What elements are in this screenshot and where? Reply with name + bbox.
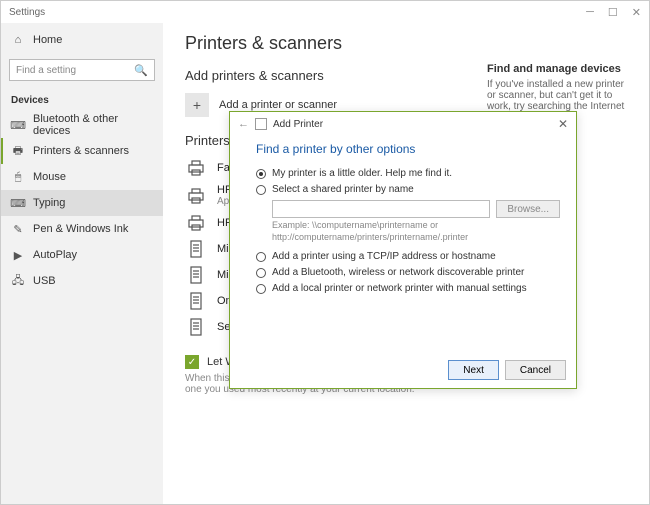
- maximize-button[interactable]: ☐: [608, 6, 618, 19]
- keyboard-icon: ⌨: [11, 197, 25, 210]
- pen-icon: ✎: [11, 223, 25, 236]
- sidebar-item-autoplay[interactable]: ▶ AutoPlay: [1, 242, 163, 268]
- printer-icon: [185, 186, 207, 206]
- sidebar-item-printers[interactable]: 🖶 Printers & scanners: [1, 138, 163, 164]
- window-title: Settings: [9, 7, 45, 18]
- sidebar-section-title: Devices: [1, 91, 163, 112]
- radio-bluetooth-wireless[interactable]: Add a Bluetooth, wireless or network dis…: [256, 267, 560, 278]
- add-printer-dialog: ← Add Printer ✕ Find a printer by other …: [229, 111, 577, 389]
- sidebar-item-label: Bluetooth & other devices: [33, 113, 153, 137]
- printer-icon: [185, 213, 207, 233]
- radio-older-printer[interactable]: My printer is a little older. Help me fi…: [256, 168, 560, 179]
- sidebar-item-pen[interactable]: ✎ Pen & Windows Ink: [1, 216, 163, 242]
- radio-local-manual[interactable]: Add a local printer or network printer w…: [256, 283, 560, 294]
- radio-icon: [256, 185, 266, 195]
- sidebar-item-label: Typing: [33, 197, 65, 209]
- sidebar-home[interactable]: ⌂ Home: [1, 27, 163, 53]
- add-printer-label: Add a printer or scanner: [219, 99, 337, 111]
- page-title: Printers & scanners: [185, 33, 475, 54]
- home-icon: ⌂: [11, 34, 25, 46]
- search-icon: 🔍: [134, 64, 148, 77]
- right-heading: Find and manage devices: [487, 63, 633, 75]
- check-icon: ✓: [185, 355, 199, 369]
- document-icon: [185, 265, 207, 285]
- dialog-heading: Find a printer by other options: [256, 142, 560, 156]
- mouse-icon: 🖱: [11, 171, 25, 184]
- radio-label: Add a local printer or network printer w…: [272, 283, 527, 294]
- printer-icon: [255, 118, 267, 130]
- sidebar: ⌂ Home Find a setting 🔍 Devices ⌨ Blueto…: [1, 23, 163, 504]
- radio-label: Add a printer using a TCP/IP address or …: [272, 251, 496, 262]
- sidebar-item-usb[interactable]: 🖧 USB: [1, 268, 163, 294]
- close-button[interactable]: ✕: [632, 6, 641, 19]
- radio-label: Select a shared printer by name: [272, 184, 414, 195]
- printer-icon: 🖶: [11, 142, 25, 161]
- add-section-title: Add printers & scanners: [185, 68, 475, 83]
- sidebar-item-typing[interactable]: ⌨ Typing: [1, 190, 163, 216]
- sidebar-item-label: AutoPlay: [33, 249, 77, 261]
- sidebar-item-mouse[interactable]: 🖱 Mouse: [1, 164, 163, 190]
- document-icon: [185, 291, 207, 311]
- radio-label: Add a Bluetooth, wireless or network dis…: [272, 267, 524, 278]
- radio-icon: [256, 252, 266, 262]
- sidebar-item-label: Pen & Windows Ink: [33, 223, 128, 235]
- bluetooth-icon: ⌨: [11, 119, 25, 132]
- browse-button[interactable]: Browse...: [496, 200, 560, 218]
- settings-window: Settings ─ ☐ ✕ ⌂ Home Find a setting 🔍 D…: [0, 0, 650, 505]
- sidebar-item-label: Mouse: [33, 171, 66, 183]
- back-icon[interactable]: ←: [238, 118, 249, 130]
- sidebar-item-bluetooth[interactable]: ⌨ Bluetooth & other devices: [1, 112, 163, 138]
- radio-icon: [256, 284, 266, 294]
- add-icon: +: [185, 93, 209, 117]
- radio-shared-by-name[interactable]: Select a shared printer by name: [256, 184, 560, 195]
- radio-icon: [256, 169, 266, 179]
- printer-name-input[interactable]: [272, 200, 490, 218]
- search-placeholder: Find a setting: [16, 65, 134, 76]
- titlebar: Settings ─ ☐ ✕: [1, 1, 649, 23]
- sidebar-home-label: Home: [33, 34, 62, 46]
- cancel-button[interactable]: Cancel: [505, 360, 566, 380]
- usb-icon: 🖧: [11, 272, 25, 291]
- printer-name-hint: Example: \\computername\printername or h…: [272, 220, 560, 243]
- close-icon[interactable]: ✕: [558, 117, 568, 131]
- autoplay-icon: ▶: [11, 249, 25, 262]
- document-icon: [185, 239, 207, 259]
- sidebar-item-label: Printers & scanners: [33, 145, 129, 157]
- document-icon: [185, 317, 207, 337]
- minimize-button[interactable]: ─: [586, 6, 594, 19]
- radio-label: My printer is a little older. Help me fi…: [272, 168, 452, 179]
- next-button[interactable]: Next: [448, 360, 499, 380]
- radio-tcpip[interactable]: Add a printer using a TCP/IP address or …: [256, 251, 560, 262]
- sidebar-item-label: USB: [33, 275, 56, 287]
- printer-icon: [185, 158, 207, 178]
- search-input[interactable]: Find a setting 🔍: [9, 59, 155, 81]
- dialog-title: Add Printer: [273, 119, 323, 130]
- radio-icon: [256, 268, 266, 278]
